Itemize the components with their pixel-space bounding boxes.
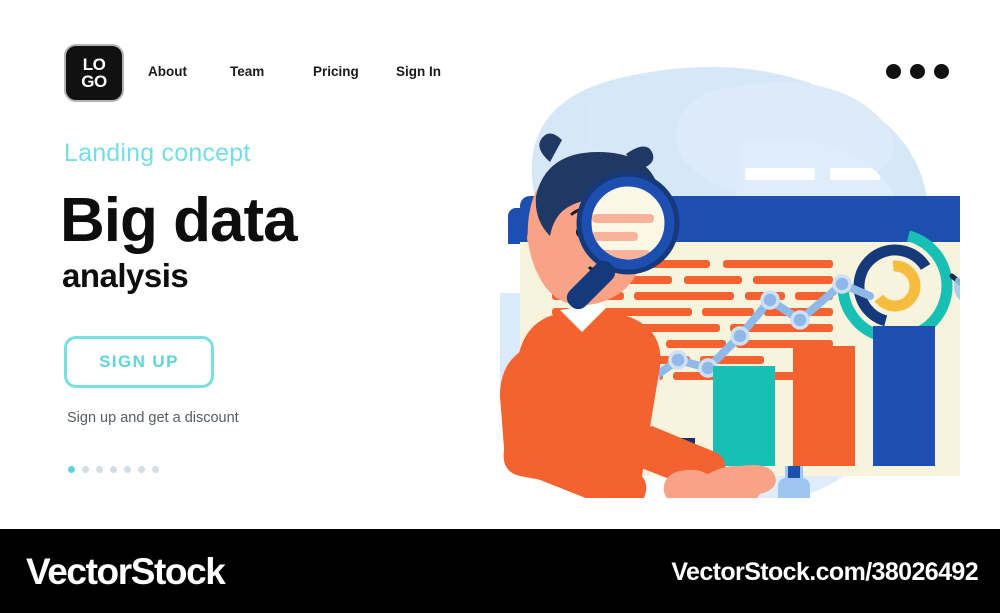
main-nav: About Team Pricing Sign In: [148, 64, 456, 79]
footer-url: VectorStock.com/38026492: [671, 558, 978, 586]
page-subtitle: analysis: [62, 257, 189, 294]
nav-item-team[interactable]: Team: [230, 64, 313, 79]
carousel-dot[interactable]: [96, 466, 103, 473]
carousel-dots[interactable]: [68, 466, 159, 473]
logo-line-2: GO: [81, 72, 107, 91]
carousel-dot[interactable]: [110, 466, 117, 473]
logo[interactable]: LO GO: [64, 44, 124, 102]
carousel-dot[interactable]: [138, 466, 145, 473]
nav-item-pricing[interactable]: Pricing: [313, 64, 396, 79]
logo-line-1: LO: [82, 55, 106, 74]
carousel-dot-active[interactable]: [68, 466, 75, 473]
nav-item-about[interactable]: About: [148, 64, 230, 79]
sign-up-button[interactable]: SIGN UP: [64, 336, 214, 388]
carousel-dot[interactable]: [124, 466, 131, 473]
hero-subnote: Sign up and get a discount: [67, 410, 239, 426]
hero-illustration: [440, 48, 960, 498]
carousel-dot[interactable]: [82, 466, 89, 473]
landing-page: LO GO About Team Pricing Sign In Landing…: [0, 0, 1000, 613]
footer-brand: VectorStock: [26, 551, 226, 592]
carousel-dot[interactable]: [152, 466, 159, 473]
hero-eyebrow: Landing concept: [64, 139, 251, 167]
page-title: Big data: [60, 186, 298, 255]
